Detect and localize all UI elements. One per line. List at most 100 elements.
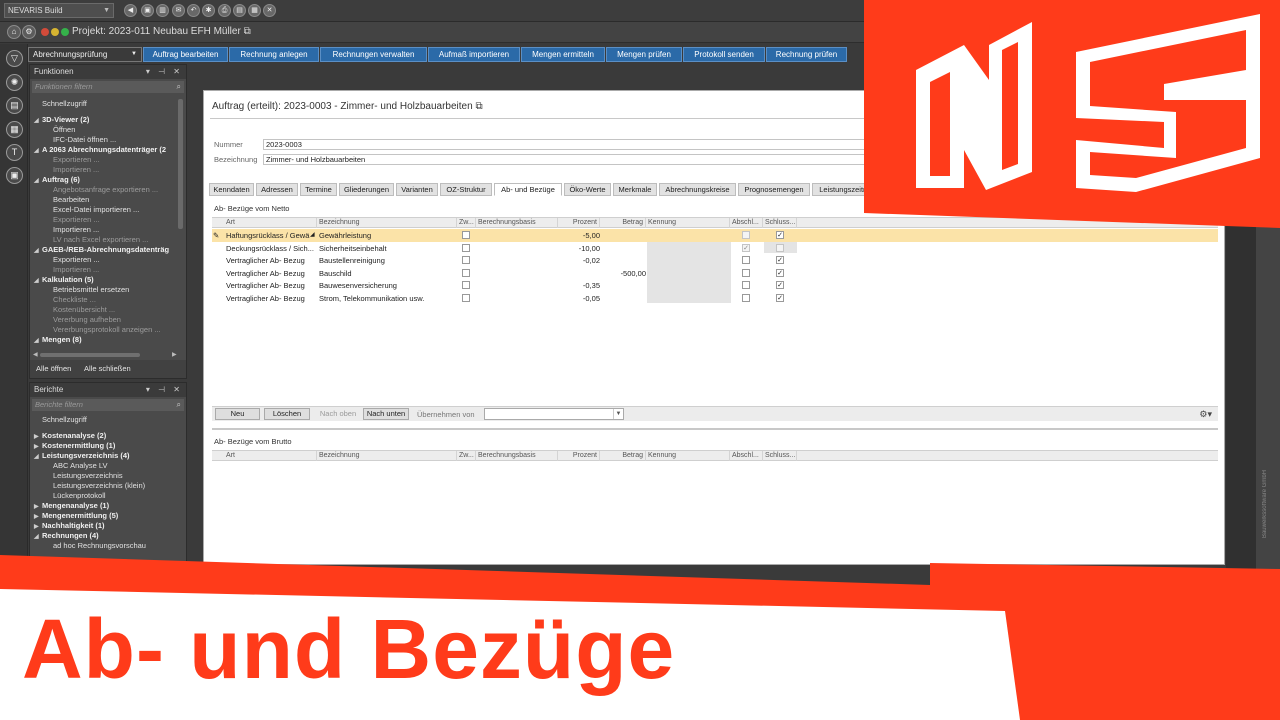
tree-item[interactable]: Vererbung aufheben <box>53 315 121 325</box>
cell-prozent[interactable] <box>558 268 600 279</box>
tree-item[interactable]: Lückenprotokoll <box>53 491 106 501</box>
cell-prozent[interactable]: -0,05 <box>558 293 600 304</box>
tree-group[interactable]: ▶ Mengenermittlung (5) <box>34 511 118 521</box>
col-berechnungsbasis[interactable]: Berechnungsbasis <box>476 451 558 461</box>
col-prozent[interactable]: Prozent <box>558 451 600 461</box>
tree-item[interactable]: Exportieren ... <box>53 155 100 165</box>
expand-arrow-icon[interactable]: ◢ <box>34 336 42 346</box>
tree-group[interactable]: ◢ Leistungsverzeichnis (4) <box>34 451 130 461</box>
col-abschl[interactable]: Abschl... <box>730 218 763 228</box>
col-betrag[interactable]: Betrag <box>600 451 646 461</box>
expand-arrow-icon[interactable]: ◢ <box>34 116 42 126</box>
cell-bezeichnung[interactable]: Baustellenreinigung <box>319 255 457 266</box>
zw-checkbox[interactable] <box>462 243 470 252</box>
mode-selector[interactable]: Abrechnungsprüfung ▼ <box>28 47 142 62</box>
tree-item[interactable]: Öffnen <box>53 125 75 135</box>
abschlag-checkbox[interactable] <box>742 294 750 302</box>
cell-prozent[interactable]: -10,00 <box>558 243 600 254</box>
zw-checkbox[interactable] <box>462 281 470 290</box>
cell-art[interactable]: Vertraglicher Ab- Bezug <box>226 293 316 304</box>
zw-checkbox[interactable] <box>462 231 470 239</box>
tree-item[interactable]: Importieren ... <box>53 225 99 235</box>
col-zw[interactable]: Zw... <box>457 218 476 228</box>
cell-prozent[interactable]: -5,00 <box>558 230 600 241</box>
schluss-checkbox[interactable]: ✓ <box>776 268 784 277</box>
reports-filter-input[interactable]: Berichte filtern ⌕ <box>32 399 184 411</box>
tree-group[interactable]: ▶ Kostenanalyse (2) <box>34 431 106 441</box>
take-from-combo[interactable]: ▼ <box>484 408 624 420</box>
col-prozent[interactable]: Prozent <box>558 218 600 228</box>
col-schluss[interactable]: Schluss... <box>763 451 797 461</box>
ribbon-tab-mengen-pruefen[interactable]: Mengen prüfen <box>606 47 682 62</box>
cell-prozent[interactable]: -0,35 <box>558 280 600 291</box>
panel-controls-icon[interactable]: ▾ ⊣ ✕ <box>146 383 183 397</box>
save-icon[interactable]: ▣ <box>141 4 154 17</box>
text-icon[interactable]: T <box>6 144 23 161</box>
tree-item[interactable]: IFC-Datei öffnen ... <box>53 135 116 145</box>
tree-group[interactable]: ◢ 3D-Viewer (2) <box>34 115 89 125</box>
section-splitter[interactable] <box>212 428 1218 430</box>
cell-betrag[interactable] <box>600 280 646 291</box>
abschlag-checkbox[interactable]: ✓ <box>742 243 750 252</box>
tree-group[interactable]: ◢ GAEB-/REB-Abrechnungsdatenträg <box>34 245 169 255</box>
schluss-checkbox[interactable]: ✓ <box>776 294 784 302</box>
dropdown-arrow-icon[interactable]: ◢ <box>310 230 315 241</box>
tab-oz-struktur[interactable]: OZ-Struktur <box>440 183 492 196</box>
tree-item[interactable]: Vererbungsprotokoll anzeigen ... <box>53 325 161 335</box>
tab-ab-und-bezuege[interactable]: Ab- und Bezüge <box>494 183 562 196</box>
tree-icon[interactable]: ⚙ <box>22 25 36 39</box>
tree-item[interactable]: Exportieren ... <box>53 215 100 225</box>
col-schluss[interactable]: Schluss... <box>763 218 797 228</box>
tab-prognosemengen[interactable]: Prognosemengen <box>738 183 810 196</box>
tree-group[interactable]: ◢ A 2063 Abrechnungsdatenträger (2 <box>34 145 166 155</box>
col-betrag[interactable]: Betrag <box>600 218 646 228</box>
functions-hscrollbar[interactable] <box>40 353 140 357</box>
tree-group[interactable]: ◢ Rechnungen (4) <box>34 531 99 541</box>
tree-item[interactable]: Kostenübersicht ... <box>53 305 115 315</box>
panel-controls-icon[interactable]: ▾ ⊣ ✕ <box>146 65 183 79</box>
tree-item[interactable]: Betriebsmittel ersetzen <box>53 285 129 295</box>
open-all-button[interactable]: Alle öffnen <box>36 364 71 373</box>
tab-oeko-werte[interactable]: Öko-Werte <box>564 183 611 196</box>
table-row[interactable]: Vertraglicher Ab- Bezug Bauwesenversicher… <box>212 279 1218 292</box>
collapse-arrow-icon[interactable]: ◢ <box>34 532 42 542</box>
cell-art[interactable]: Vertraglicher Ab- Bezug <box>226 280 316 291</box>
ribbon-tab-auftrag-bearbeiten[interactable]: Auftrag bearbeiten <box>143 47 228 62</box>
col-bezeichnung[interactable]: Bezeichnung <box>317 218 457 228</box>
app-selector[interactable]: NEVARIS Build ▼ <box>4 3 114 18</box>
cell-art[interactable]: Haftungsrücklass / Gewä <box>226 230 316 241</box>
cell-prozent[interactable]: -0,02 <box>558 255 600 266</box>
settings-icon[interactable]: ✱ <box>202 4 215 17</box>
tree-item[interactable]: Leistungsverzeichnis (klein) <box>53 481 145 491</box>
collapse-arrow-icon[interactable]: ◢ <box>34 452 42 462</box>
cell-art[interactable]: Deckungsrücklass / Sich... <box>226 243 316 254</box>
scroll-right-icon[interactable]: ▶ <box>172 351 177 358</box>
ribbon-tab-aufmass-importieren[interactable]: Aufmaß importieren <box>428 47 520 62</box>
cell-bezeichnung[interactable]: Strom, Telekommunikation usw. <box>319 293 457 304</box>
scroll-left-icon[interactable]: ◀ <box>33 351 38 358</box>
cell-bezeichnung[interactable]: Bauschild <box>319 268 457 279</box>
report-icon[interactable]: ▣ <box>6 167 23 184</box>
tab-termine[interactable]: Termine <box>300 183 337 196</box>
tree-group[interactable]: ▶ Nachhaltigkeit (1) <box>34 521 105 531</box>
schluss-checkbox[interactable]: ✓ <box>776 231 784 239</box>
abschlag-checkbox[interactable] <box>742 268 750 277</box>
col-abschl[interactable]: Abschl... <box>730 451 763 461</box>
back-icon[interactable]: ◀ <box>124 4 137 17</box>
expand-arrow-icon[interactable]: ◢ <box>34 146 42 156</box>
schluss-checkbox[interactable] <box>776 243 784 252</box>
tree-item[interactable]: Bearbeiten <box>53 195 89 205</box>
tab-adressen[interactable]: Adressen <box>256 183 298 196</box>
export-icon[interactable]: ▤ <box>233 4 246 17</box>
col-zw[interactable]: Zw... <box>457 451 476 461</box>
tab-gliederungen[interactable]: Gliederungen <box>339 183 394 196</box>
calculator-icon[interactable]: ▦ <box>6 121 23 138</box>
col-kennung[interactable]: Kennung <box>646 451 730 461</box>
schluss-checkbox[interactable]: ✓ <box>776 281 784 290</box>
quick-access-link[interactable]: Schnellzugriff <box>42 415 87 425</box>
ribbon-tab-rechnung-anlegen[interactable]: Rechnung anlegen <box>229 47 319 62</box>
tab-abrechnungskreise[interactable]: Abrechnungskreise <box>659 183 736 196</box>
ribbon-tab-rechnungen-verwalten[interactable]: Rechnungen verwalten <box>320 47 427 62</box>
functions-filter-input[interactable]: Funktionen filtern ⌕ <box>32 81 184 93</box>
cell-betrag[interactable] <box>600 255 646 266</box>
